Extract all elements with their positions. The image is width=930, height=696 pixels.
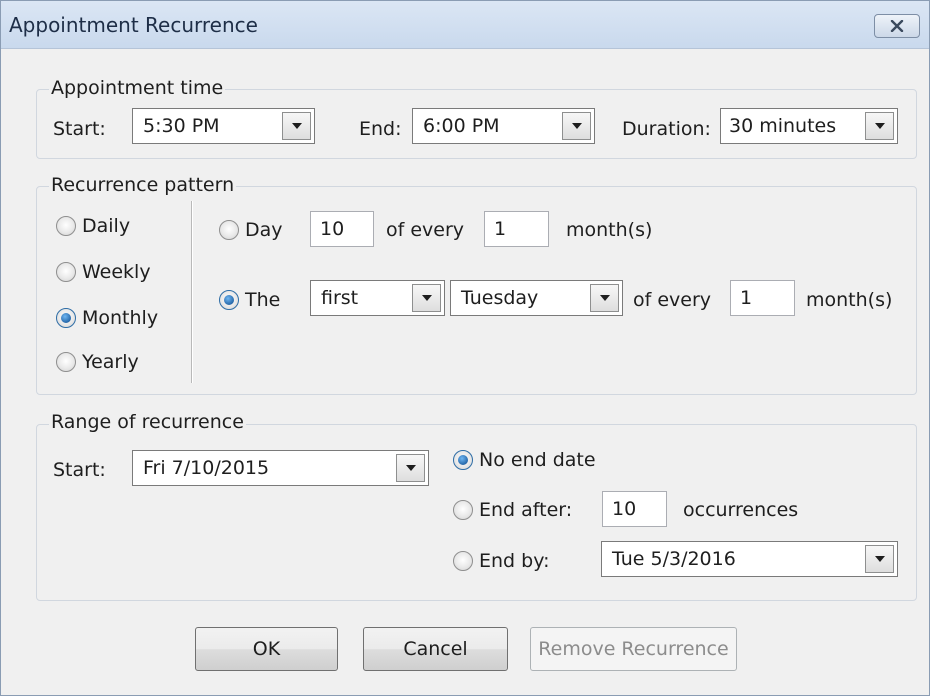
ok-button[interactable]: OK: [195, 627, 338, 671]
ordinal-dropdown-button[interactable]: [412, 284, 441, 312]
window-title: Appointment Recurrence: [9, 13, 258, 37]
day-of-every-label: of every: [386, 219, 465, 241]
day-months-label: month(s): [566, 219, 653, 241]
end-after-label: End after:: [479, 499, 573, 521]
frequency-yearly-label: Yearly: [82, 351, 139, 373]
duration-value: 30 minutes: [729, 115, 837, 137]
ordinal-dropdown[interactable]: first: [310, 280, 445, 316]
start-time-label: Start:: [53, 118, 106, 140]
occurrences-label: occurrences: [683, 499, 799, 521]
range-start-label: Start:: [53, 459, 106, 481]
radio-selected-dot: [458, 455, 468, 465]
chevron-down-icon: [599, 295, 610, 301]
no-end-date-radio[interactable]: No end date: [453, 449, 596, 471]
end-time-label: End:: [359, 118, 402, 140]
radio-indicator[interactable]: [56, 216, 76, 236]
frequency-daily-radio[interactable]: Daily: [56, 215, 130, 237]
the-month-interval-input[interactable]: 1: [730, 280, 795, 316]
frequency-monthly-radio[interactable]: Monthly: [56, 307, 158, 329]
radio-selected-dot: [224, 295, 234, 305]
day-number-value: 10: [320, 218, 345, 240]
chevron-down-icon: [571, 123, 582, 129]
weekday-dropdown[interactable]: Tuesday: [450, 280, 623, 316]
recurrence-pattern-title: Recurrence pattern: [49, 174, 237, 196]
radio-indicator[interactable]: [219, 220, 239, 240]
ordinal-value: first: [321, 287, 359, 309]
pattern-divider: [191, 201, 192, 383]
day-number-input[interactable]: 10: [310, 211, 374, 247]
radio-indicator[interactable]: [453, 551, 473, 571]
start-time-dropdown-button[interactable]: [282, 112, 311, 140]
end-by-label: End by:: [479, 550, 550, 572]
the-option-label: The: [245, 289, 281, 311]
end-by-value: Tue 5/3/2016: [612, 548, 736, 570]
end-by-dropdown[interactable]: Tue 5/3/2016: [601, 541, 898, 577]
close-button[interactable]: [874, 14, 920, 38]
duration-dropdown-button[interactable]: [865, 112, 894, 140]
end-time-dropdown-button[interactable]: [562, 112, 591, 140]
range-start-dropdown-button[interactable]: [396, 454, 425, 482]
range-start-value: Fri 7/10/2015: [143, 457, 270, 479]
frequency-weekly-label: Weekly: [82, 261, 151, 283]
radio-indicator[interactable]: [453, 450, 473, 470]
appointment-recurrence-dialog: Appointment Recurrence Appointment time …: [0, 0, 930, 696]
radio-selected-dot: [61, 313, 71, 323]
end-by-dropdown-button[interactable]: [865, 545, 894, 573]
radio-indicator[interactable]: [56, 308, 76, 328]
the-option-radio[interactable]: The: [219, 289, 280, 311]
day-month-interval-value: 1: [494, 218, 507, 240]
close-icon: [890, 20, 904, 32]
end-time-value: 6:00 PM: [423, 115, 500, 137]
duration-label: Duration:: [622, 118, 711, 140]
day-month-interval-input[interactable]: 1: [484, 211, 549, 247]
end-by-radio[interactable]: End by:: [453, 550, 549, 572]
weekday-dropdown-button[interactable]: [590, 284, 619, 312]
the-month-interval-value: 1: [740, 287, 753, 309]
start-time-value: 5:30 PM: [143, 115, 220, 137]
frequency-weekly-radio[interactable]: Weekly: [56, 261, 151, 283]
frequency-monthly-label: Monthly: [82, 307, 159, 329]
frequency-yearly-radio[interactable]: Yearly: [56, 351, 139, 373]
range-start-dropdown[interactable]: Fri 7/10/2015: [132, 450, 429, 486]
the-of-every-label: of every: [633, 289, 712, 311]
frequency-daily-label: Daily: [82, 215, 131, 237]
chevron-down-icon: [291, 123, 302, 129]
day-option-radio[interactable]: Day: [219, 219, 283, 241]
duration-dropdown[interactable]: 30 minutes: [720, 108, 898, 144]
radio-indicator[interactable]: [453, 500, 473, 520]
weekday-value: Tuesday: [461, 287, 539, 309]
occurrences-value: 10: [612, 498, 637, 520]
start-time-dropdown[interactable]: 5:30 PM: [132, 108, 315, 144]
day-option-label: Day: [245, 219, 283, 241]
cancel-button[interactable]: Cancel: [363, 627, 508, 671]
chevron-down-icon: [874, 123, 885, 129]
no-end-date-label: No end date: [479, 449, 596, 471]
end-after-radio[interactable]: End after:: [453, 499, 572, 521]
radio-indicator[interactable]: [219, 290, 239, 310]
remove-recurrence-button[interactable]: Remove Recurrence: [530, 627, 737, 671]
radio-indicator[interactable]: [56, 262, 76, 282]
chevron-down-icon: [421, 295, 432, 301]
range-of-recurrence-title: Range of recurrence: [49, 411, 246, 433]
title-bar: Appointment Recurrence: [1, 1, 929, 49]
occurrences-input[interactable]: 10: [602, 491, 667, 527]
end-time-dropdown[interactable]: 6:00 PM: [412, 108, 595, 144]
chevron-down-icon: [405, 465, 416, 471]
appointment-time-title: Appointment time: [49, 77, 226, 99]
chevron-down-icon: [874, 556, 885, 562]
the-months-label: month(s): [806, 289, 893, 311]
radio-indicator[interactable]: [56, 352, 76, 372]
